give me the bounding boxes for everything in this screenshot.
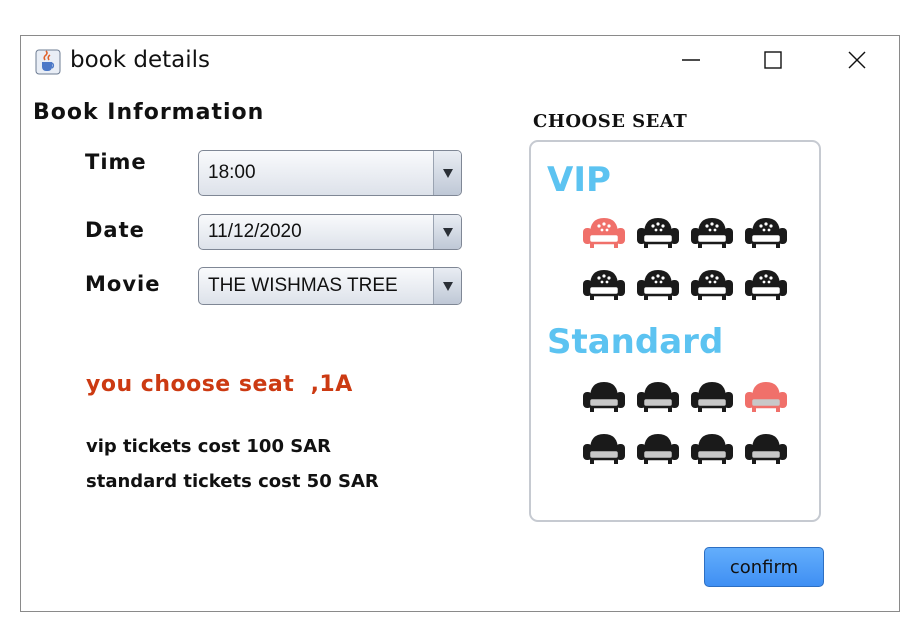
close-icon bbox=[848, 51, 866, 69]
standard-seat-1-1[interactable] bbox=[581, 378, 627, 414]
vip-seat-2-3[interactable] bbox=[689, 266, 735, 302]
minimize-icon bbox=[682, 59, 700, 61]
time-select[interactable]: 18:00 bbox=[198, 150, 462, 196]
close-button[interactable] bbox=[827, 36, 887, 84]
confirm-button[interactable]: confirm bbox=[704, 547, 824, 587]
dropdown-arrow-icon bbox=[433, 215, 461, 249]
date-label: Date bbox=[85, 218, 145, 242]
vip-seat-1-4[interactable] bbox=[743, 214, 789, 250]
maximize-button[interactable] bbox=[743, 36, 803, 84]
vip-seat-2-1[interactable] bbox=[581, 266, 627, 302]
title-bar: book details bbox=[21, 36, 899, 86]
vip-seat-2-4[interactable] bbox=[743, 266, 789, 302]
movie-value: THE WISHMAS TREE bbox=[208, 275, 398, 296]
movie-select[interactable]: THE WISHMAS TREE bbox=[198, 267, 462, 305]
maximize-icon bbox=[764, 51, 782, 69]
vip-category-label: VIP bbox=[547, 160, 611, 200]
time-label: Time bbox=[85, 150, 147, 174]
selected-seat-text: you choose seat ,1A bbox=[86, 372, 353, 397]
standard-seat-1-2[interactable] bbox=[635, 378, 681, 414]
seat-map-panel: VIP Standard bbox=[529, 140, 821, 522]
book-details-window: book details Book Information Time 18:00… bbox=[20, 35, 900, 612]
date-value: 11/12/2020 bbox=[208, 221, 302, 242]
java-cup-icon bbox=[35, 49, 61, 75]
dropdown-arrow-icon bbox=[433, 268, 461, 304]
date-select[interactable]: 11/12/2020 bbox=[198, 214, 462, 250]
minimize-button[interactable] bbox=[661, 36, 721, 84]
standard-seat-1-4[interactable] bbox=[743, 378, 789, 414]
standard-seat-2-2[interactable] bbox=[635, 430, 681, 466]
vip-price-text: vip tickets cost 100 SAR bbox=[86, 436, 331, 457]
window-title: book details bbox=[70, 47, 210, 73]
standard-seat-1-3[interactable] bbox=[689, 378, 735, 414]
section-title: Book Information bbox=[33, 100, 265, 125]
time-value: 18:00 bbox=[208, 162, 256, 183]
vip-seat-1-2[interactable] bbox=[635, 214, 681, 250]
choose-seat-heading: CHOOSE SEAT bbox=[533, 111, 688, 132]
standard-price-text: standard tickets cost 50 SAR bbox=[86, 471, 379, 492]
standard-seat-2-3[interactable] bbox=[689, 430, 735, 466]
dropdown-arrow-icon bbox=[433, 151, 461, 195]
vip-seat-1-3[interactable] bbox=[689, 214, 735, 250]
vip-seat-1-1[interactable] bbox=[581, 214, 627, 250]
standard-seat-2-4[interactable] bbox=[743, 430, 789, 466]
standard-seat-2-1[interactable] bbox=[581, 430, 627, 466]
vip-seat-2-2[interactable] bbox=[635, 266, 681, 302]
movie-label: Movie bbox=[85, 272, 161, 296]
standard-category-label: Standard bbox=[547, 322, 724, 362]
